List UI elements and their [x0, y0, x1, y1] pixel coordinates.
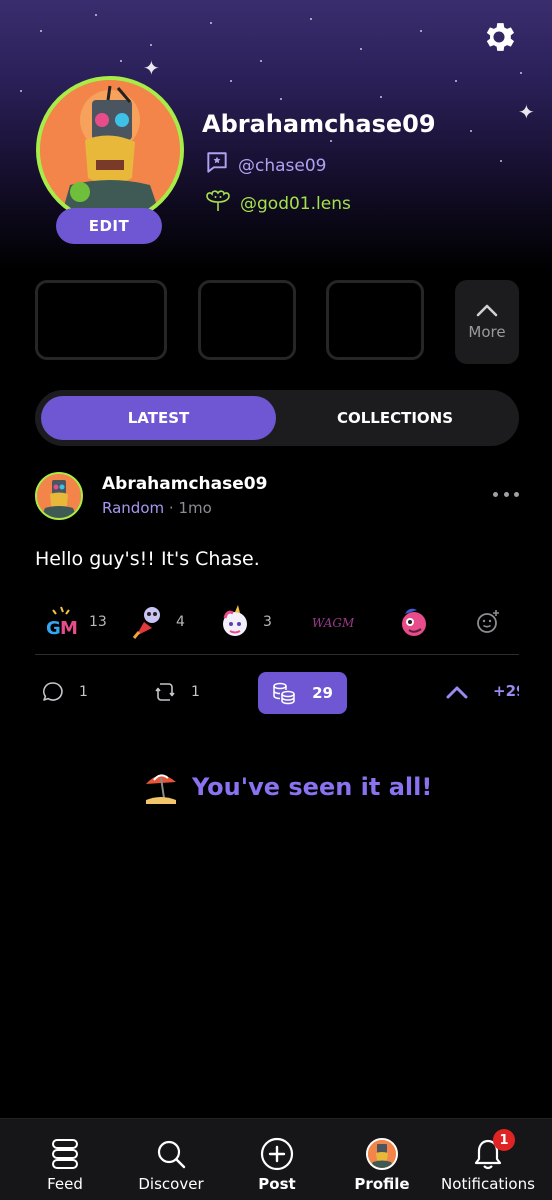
settings-gear-icon[interactable] — [480, 18, 518, 56]
nav-profile-label: Profile — [354, 1175, 410, 1193]
svg-text:M: M — [60, 618, 78, 639]
nav-feed[interactable]: Feed — [34, 1119, 96, 1200]
plus-circle-icon — [260, 1137, 294, 1171]
nav-post-label: Post — [258, 1175, 296, 1193]
lens-chat-icon — [204, 150, 230, 181]
gm-sticker-icon: G M — [46, 606, 78, 639]
more-label: More — [468, 323, 506, 341]
add-emoji-icon — [477, 610, 499, 633]
post-author-avatar[interactable] — [35, 472, 83, 520]
post-divider — [35, 654, 519, 655]
lens-handle-row[interactable]: @chase09 — [204, 150, 327, 181]
sparkle-icon: ✦ — [518, 100, 535, 124]
upvote-count: +29 — [493, 682, 519, 700]
reaction-count: 3 — [263, 614, 272, 630]
highlight-tiles: More — [35, 280, 519, 364]
profile-avatar-icon — [366, 1138, 398, 1170]
profile-username: Abrahamchase09 — [202, 110, 436, 138]
reaction-alien-rocket[interactable]: 4 — [130, 600, 185, 644]
highlight-tile[interactable] — [35, 280, 167, 360]
beach-umbrella-icon — [146, 774, 176, 804]
svg-text:WAGMI: WAGMI — [312, 616, 354, 630]
reaction-wagmi[interactable]: WAGMI — [310, 600, 354, 644]
alien-rocket-sticker-icon — [132, 607, 160, 639]
add-reaction-button[interactable] — [475, 600, 501, 644]
mirror-icon — [155, 683, 175, 701]
nav-notifications-label: Notifications — [441, 1175, 535, 1193]
sparkle-icon: ✦ — [143, 56, 160, 80]
post-author-name[interactable]: Abrahamchase09 — [102, 474, 267, 494]
reaction-character[interactable] — [397, 600, 431, 644]
nav-notifications[interactable]: 1 Notifications — [438, 1119, 538, 1200]
reaction-bar: G M 13 4 3 WAGMI — [35, 600, 519, 646]
end-of-feed-message: You've seen it all! — [192, 773, 433, 801]
more-button[interactable]: More — [455, 280, 519, 364]
feed-icon — [48, 1137, 82, 1171]
tab-latest[interactable]: LATEST — [41, 396, 276, 440]
post-age: 1mo — [178, 499, 212, 517]
post-body: Hello guy's!! It's Chase. — [35, 548, 260, 570]
profile-tabs: LATEST COLLECTIONS — [35, 390, 519, 446]
tab-collections[interactable]: COLLECTIONS — [277, 396, 513, 440]
nav-profile[interactable]: Profile — [352, 1119, 412, 1200]
post-options-icon[interactable] — [493, 492, 519, 502]
nav-discover[interactable]: Discover — [132, 1119, 210, 1200]
comment-count: 1 — [79, 684, 88, 700]
god-handle-row[interactable]: @god01.lens — [204, 188, 351, 219]
profile-avatar[interactable] — [36, 76, 184, 224]
comment-icon — [42, 682, 63, 701]
coins-stack-icon — [273, 682, 295, 705]
nav-discover-label: Discover — [138, 1175, 204, 1193]
god-handle: @god01.lens — [240, 193, 351, 214]
meta-separator: · — [168, 499, 174, 517]
wagmi-sticker-icon: WAGMI — [312, 616, 354, 630]
nav-post[interactable]: Post — [252, 1119, 302, 1200]
reaction-gm[interactable]: G M 13 — [43, 600, 107, 644]
edit-profile-button[interactable]: EDIT — [56, 208, 162, 244]
lens-plant-icon — [204, 188, 232, 219]
notification-badge: 1 — [493, 1129, 515, 1151]
post-actions: 1 1 29 +29 — [35, 670, 552, 716]
reaction-count: 13 — [89, 614, 107, 630]
mirror-button[interactable]: 1 — [153, 670, 200, 714]
end-of-feed: You've seen it all! — [142, 768, 432, 806]
comment-button[interactable]: 1 — [41, 670, 88, 714]
collect-button[interactable]: 29 — [258, 672, 347, 714]
collect-count: 29 — [312, 684, 333, 702]
svg-text:G: G — [46, 618, 61, 639]
mirror-count: 1 — [191, 684, 200, 700]
bottom-navigation: Feed Discover Post Profile 1 Notificatio… — [0, 1118, 552, 1200]
reaction-unicorn[interactable]: 3 — [217, 600, 272, 644]
reaction-count: 4 — [176, 614, 185, 630]
nav-feed-label: Feed — [47, 1175, 83, 1193]
search-icon — [154, 1137, 188, 1171]
upvote-button[interactable] — [445, 682, 469, 702]
post-category[interactable]: Random — [102, 499, 164, 517]
chevron-up-icon — [446, 686, 468, 699]
lens-handle: @chase09 — [238, 155, 327, 176]
character-sticker-icon — [402, 608, 426, 636]
highlight-tile[interactable] — [326, 280, 424, 360]
chevron-up-icon — [476, 304, 498, 317]
unicorn-sticker-icon — [223, 605, 247, 636]
post-meta: Random · 1mo — [102, 499, 212, 517]
highlight-tile[interactable] — [198, 280, 296, 360]
bell-icon: 1 — [471, 1129, 515, 1171]
